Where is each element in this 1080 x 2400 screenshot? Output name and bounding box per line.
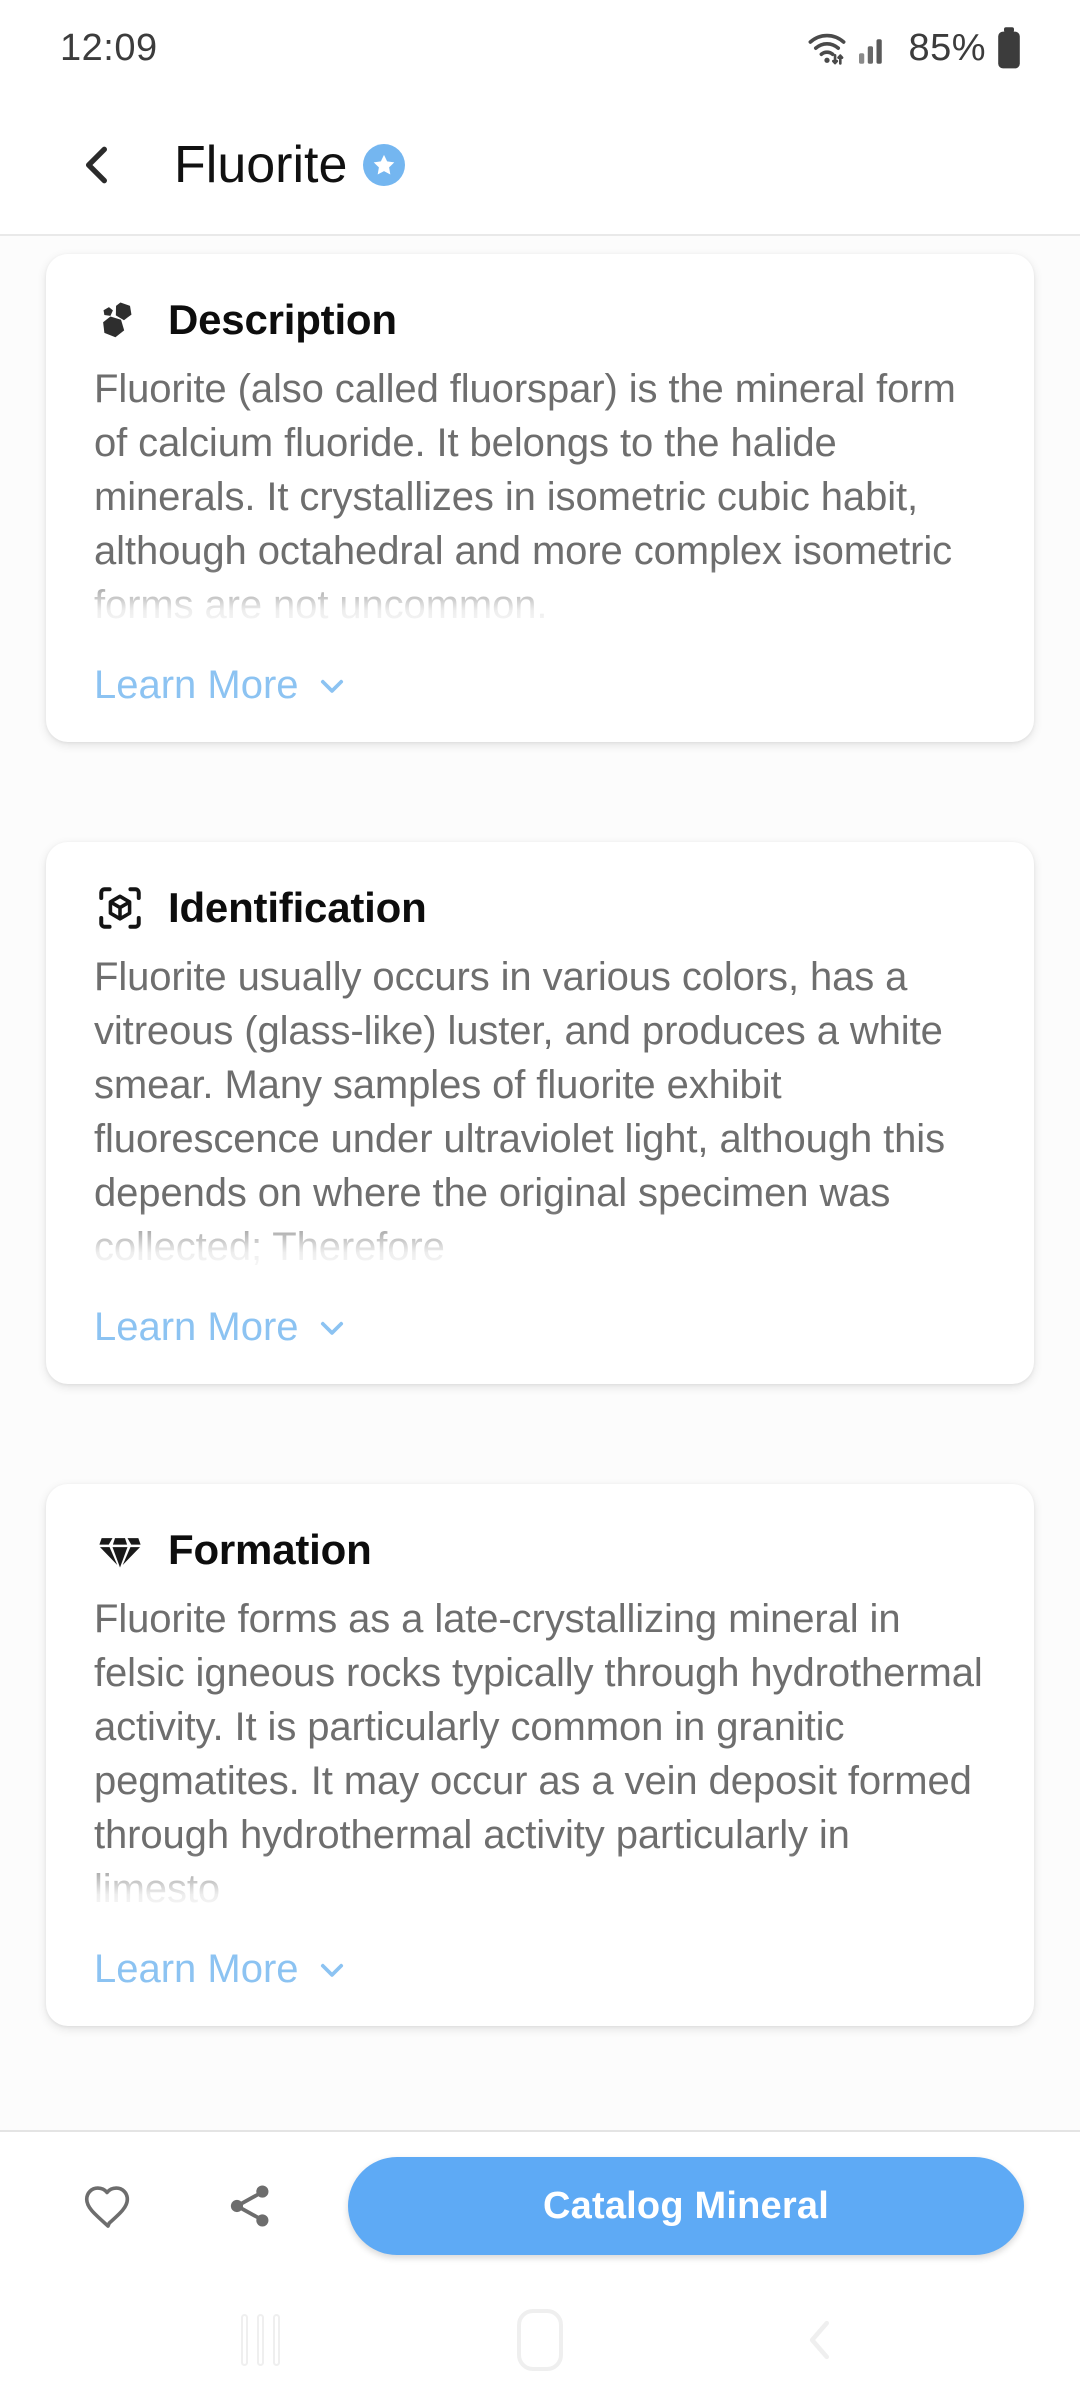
app-header: Fluorite bbox=[0, 96, 1080, 236]
nav-back-button[interactable] bbox=[765, 2285, 875, 2395]
card-body-text: Fluorite (also called fluorspar) is the … bbox=[94, 367, 956, 627]
learn-more-label: Learn More bbox=[94, 663, 299, 707]
catalog-mineral-button[interactable]: Catalog Mineral bbox=[348, 2157, 1024, 2255]
card-body-wrapper: Fluorite usually occurs in various color… bbox=[94, 950, 986, 1279]
chevron-down-icon bbox=[315, 1311, 349, 1345]
card-title: Formation bbox=[168, 1526, 372, 1573]
cube-scan-icon bbox=[94, 882, 146, 934]
recents-icon bbox=[240, 2314, 280, 2366]
back-chevron-icon bbox=[793, 2313, 847, 2367]
home-icon bbox=[517, 2309, 563, 2371]
cellular-signal-icon bbox=[856, 27, 890, 69]
learn-more-label: Learn More bbox=[94, 1947, 299, 1991]
learn-more-button[interactable]: Learn More bbox=[94, 1947, 349, 1992]
page-title: Fluorite bbox=[174, 136, 348, 194]
star-badge-icon bbox=[363, 144, 406, 186]
mineral-detail-screen: 12:09 85% Fluorite Description Fluorite … bbox=[0, 0, 1080, 2400]
chevron-down-icon bbox=[315, 669, 349, 703]
section-card-identification: Identification Fluorite usually occurs i… bbox=[46, 842, 1034, 1384]
learn-more-button[interactable]: Learn More bbox=[94, 1305, 349, 1350]
card-body-wrapper: Fluorite forms as a late-crystallizing m… bbox=[94, 1592, 986, 1921]
card-title: Identification bbox=[168, 884, 427, 931]
share-icon bbox=[223, 2179, 277, 2233]
favorite-button[interactable] bbox=[60, 2158, 156, 2254]
battery-icon bbox=[994, 26, 1024, 70]
card-header: Formation bbox=[94, 1524, 986, 1576]
rocks-icon bbox=[94, 294, 146, 346]
section-card-formation: Formation Fluorite forms as a late-cryst… bbox=[46, 1484, 1034, 2026]
home-button[interactable] bbox=[485, 2285, 595, 2395]
share-button[interactable] bbox=[202, 2158, 298, 2254]
heart-outline-icon bbox=[79, 2177, 137, 2235]
android-navigation-bar bbox=[0, 2280, 1080, 2400]
battery-percent-label: 85% bbox=[908, 26, 986, 69]
chevron-down-icon bbox=[315, 1953, 349, 1987]
bottom-action-bar: Catalog Mineral bbox=[0, 2130, 1080, 2280]
recents-button[interactable] bbox=[205, 2285, 315, 2395]
back-button[interactable] bbox=[62, 130, 132, 200]
card-header: Identification bbox=[94, 882, 986, 934]
content-scroll-area[interactable]: Description Fluorite (also called fluors… bbox=[0, 236, 1080, 2130]
status-indicators: 85% bbox=[806, 26, 1024, 70]
section-card-description: Description Fluorite (also called fluors… bbox=[46, 254, 1034, 742]
card-body-text: Fluorite usually occurs in various color… bbox=[94, 955, 945, 1269]
card-body-text: Fluorite forms as a late-crystallizing m… bbox=[94, 1597, 983, 1911]
chevron-left-icon bbox=[72, 140, 122, 190]
catalog-mineral-label: Catalog Mineral bbox=[543, 2184, 829, 2227]
learn-more-label: Learn More bbox=[94, 1305, 299, 1349]
wifi-icon bbox=[806, 27, 848, 69]
card-title: Description bbox=[168, 296, 397, 343]
learn-more-button[interactable]: Learn More bbox=[94, 663, 349, 708]
status-bar: 12:09 85% bbox=[0, 0, 1080, 96]
status-time: 12:09 bbox=[60, 26, 158, 69]
gem-icon bbox=[94, 1524, 146, 1576]
card-body-wrapper: Fluorite (also called fluorspar) is the … bbox=[94, 362, 986, 637]
card-header: Description bbox=[94, 294, 986, 346]
